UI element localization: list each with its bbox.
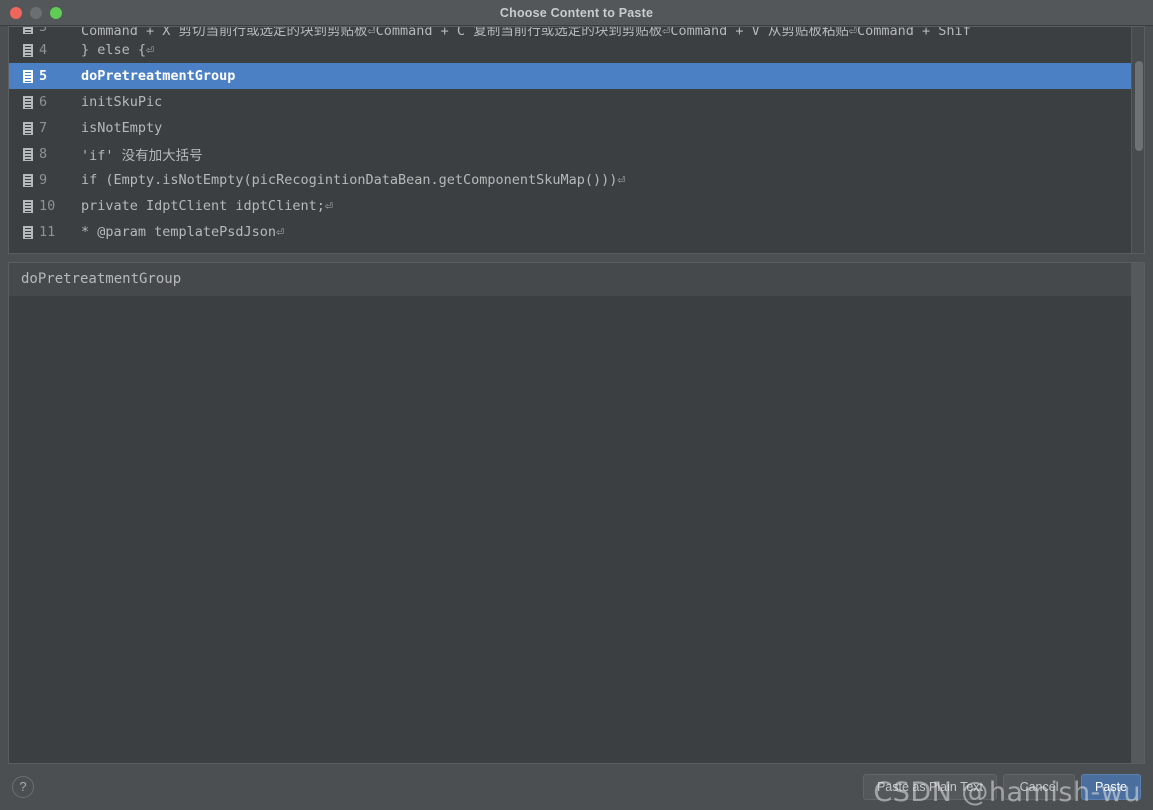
list-item-text: Command + X 剪切当前行或选定的块到剪贴板⏎Command + C 复…	[81, 27, 971, 37]
clipboard-entry-icon	[23, 147, 33, 161]
list-item-text: * @param templatePsdJson⏎	[81, 224, 285, 240]
list-item-gutter: 5	[9, 68, 69, 84]
clipboard-entry-icon	[23, 173, 33, 187]
list-item[interactable]: 11 * @param templatePsdJson⏎	[9, 219, 1131, 245]
list-item-text: initSkuPic	[81, 94, 163, 110]
preview-vertical-scrollbar[interactable]	[1131, 263, 1144, 763]
list-scrollbar-thumb[interactable]	[1135, 61, 1143, 151]
clipboard-history-list[interactable]: 3 Command + X 剪切当前行或选定的块到剪贴板⏎Command + C…	[8, 26, 1145, 254]
list-item-text: } else {⏎	[81, 42, 155, 58]
list-item-index: 8	[39, 146, 48, 162]
title-bar: Choose Content to Paste	[0, 0, 1153, 26]
clipboard-entry-icon	[23, 121, 33, 135]
list-item-index: 6	[39, 94, 48, 110]
list-item-gutter: 8	[9, 146, 69, 162]
list-item[interactable]: 7 isNotEmpty	[9, 115, 1131, 141]
list-item-index: 7	[39, 120, 48, 136]
list-item-gutter: 11	[9, 224, 69, 240]
dialog-action-buttons: Paste as Plain Text Cancel Paste	[862, 774, 1141, 800]
content-preview-pane[interactable]: doPretreatmentGroup	[8, 262, 1145, 764]
preview-text: doPretreatmentGroup	[9, 263, 1144, 296]
list-item[interactable]: 8 'if' 没有加大括号	[9, 141, 1131, 167]
list-item-selected[interactable]: 5 doPretreatmentGroup	[9, 63, 1131, 89]
list-item-index: 11	[39, 224, 56, 240]
list-item-index: 5	[39, 68, 48, 84]
list-item-index: 3	[39, 27, 48, 35]
window-title: Choose Content to Paste	[499, 5, 654, 20]
list-item[interactable]: 4 } else {⏎	[9, 37, 1131, 63]
list-item-text: if (Empty.isNotEmpty(picRecogintionDataB…	[81, 172, 626, 188]
list-item-text: doPretreatmentGroup	[81, 68, 236, 84]
list-item-index: 4	[39, 42, 48, 58]
list-item-gutter: 7	[9, 120, 69, 136]
list-item-text: isNotEmpty	[81, 120, 163, 136]
dialog-footer: ? Paste as Plain Text Cancel Paste CSDN …	[0, 764, 1153, 810]
clipboard-entry-icon	[23, 199, 33, 213]
list-item-index: 10	[39, 198, 56, 214]
window-controls	[0, 6, 62, 19]
list-item-gutter: 9	[9, 172, 69, 188]
list-item[interactable]: 9 if (Empty.isNotEmpty(picRecogintionDat…	[9, 167, 1131, 193]
paste-as-plain-text-button[interactable]: Paste as Plain Text	[862, 774, 998, 800]
clipboard-entry-icon	[23, 27, 33, 34]
clipboard-entry-icon	[23, 69, 33, 83]
clipboard-history-viewport: 3 Command + X 剪切当前行或选定的块到剪贴板⏎Command + C…	[9, 27, 1131, 253]
list-vertical-scrollbar[interactable]	[1131, 27, 1144, 253]
list-item-gutter: 6	[9, 94, 69, 110]
paste-button[interactable]: Paste	[1081, 774, 1141, 800]
help-button[interactable]: ?	[12, 776, 34, 798]
close-window-button[interactable]	[10, 6, 22, 19]
list-item-gutter: 3	[9, 27, 69, 35]
preview-empty-area	[9, 296, 1131, 763]
cancel-button[interactable]: Cancel	[1003, 774, 1076, 800]
list-item-index: 9	[39, 172, 48, 188]
clipboard-entry-icon	[23, 225, 33, 239]
minimize-window-button[interactable]	[30, 6, 42, 19]
list-item-text: 'if' 没有加大括号	[81, 148, 203, 164]
clipboard-entry-icon	[23, 95, 33, 109]
list-item[interactable]: 6 initSkuPic	[9, 89, 1131, 115]
list-item[interactable]: 10 private IdptClient idptClient;⏎	[9, 193, 1131, 219]
list-item-gutter: 4	[9, 42, 69, 58]
list-item[interactable]: 3 Command + X 剪切当前行或选定的块到剪贴板⏎Command + C…	[9, 27, 1131, 37]
list-item-gutter: 10	[9, 198, 69, 214]
maximize-window-button[interactable]	[50, 6, 62, 19]
choose-content-to-paste-dialog: Choose Content to Paste 3 Command + X 剪切…	[0, 0, 1153, 810]
list-item-text: private IdptClient idptClient;⏎	[81, 198, 333, 214]
clipboard-entry-icon	[23, 43, 33, 57]
